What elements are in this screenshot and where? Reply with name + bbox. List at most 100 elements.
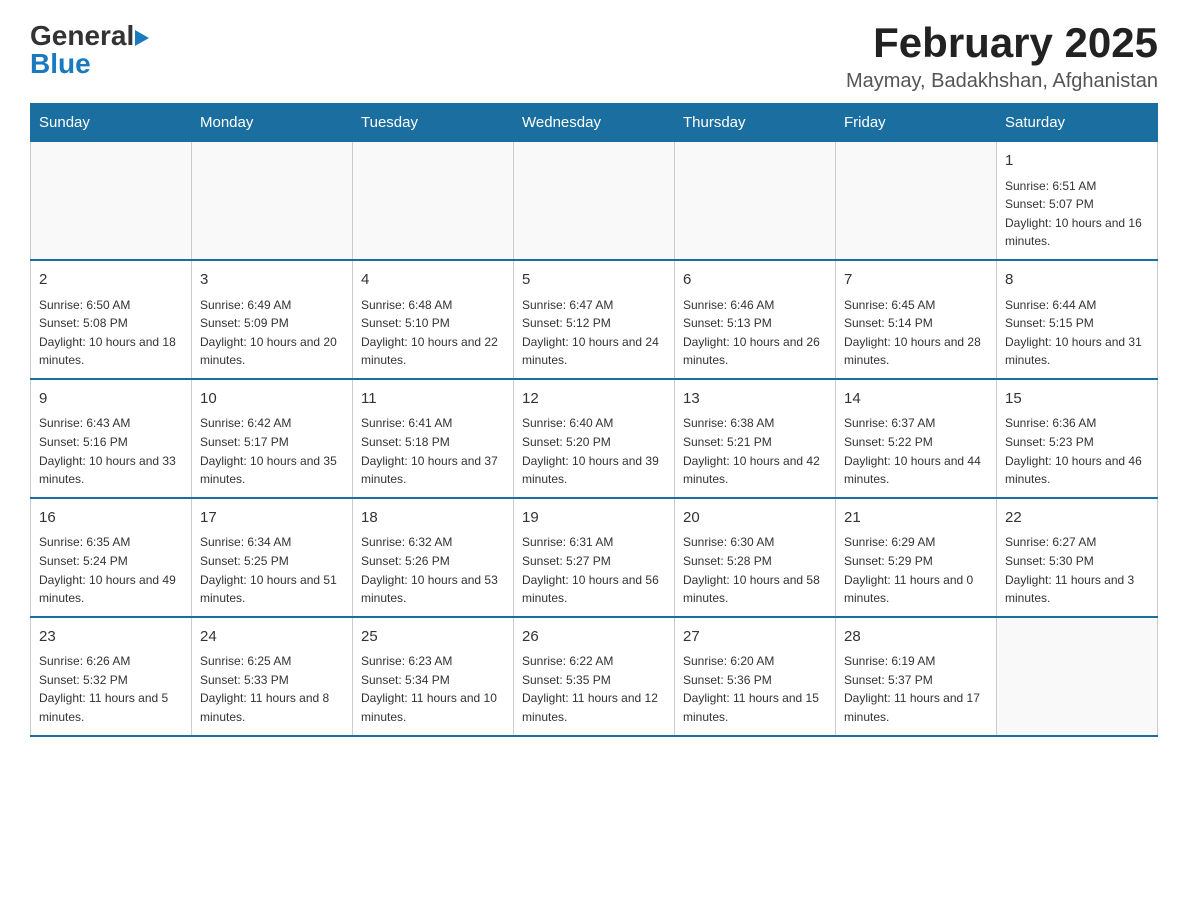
day-number: 2: [39, 269, 183, 292]
calendar-cell: [353, 142, 514, 260]
weekday-header-friday: Friday: [836, 104, 997, 142]
calendar-cell: 22 Sunrise: 6:27 AM Sunset: 5:30 PM Dayli…: [997, 498, 1158, 617]
day-info: Sunrise: 6:27 AM Sunset: 5:30 PM Dayligh…: [1005, 533, 1149, 607]
day-info: Sunrise: 6:42 AM Sunset: 5:17 PM Dayligh…: [200, 414, 344, 488]
day-info: Sunrise: 6:47 AM Sunset: 5:12 PM Dayligh…: [522, 296, 666, 370]
calendar-cell: 2 Sunrise: 6:50 AM Sunset: 5:08 PM Daylig…: [31, 260, 192, 379]
day-number: 20: [683, 507, 827, 530]
calendar-cell: [31, 142, 192, 260]
day-number: 10: [200, 388, 344, 411]
day-info: Sunrise: 6:48 AM Sunset: 5:10 PM Dayligh…: [361, 296, 505, 370]
day-info: Sunrise: 6:45 AM Sunset: 5:14 PM Dayligh…: [844, 296, 988, 370]
day-info: Sunrise: 6:44 AM Sunset: 5:15 PM Dayligh…: [1005, 296, 1149, 370]
calendar-cell: 13 Sunrise: 6:38 AM Sunset: 5:21 PM Dayli…: [675, 379, 836, 498]
day-number: 13: [683, 388, 827, 411]
calendar-week-row: 16 Sunrise: 6:35 AM Sunset: 5:24 PM Dayli…: [31, 498, 1158, 617]
day-number: 8: [1005, 269, 1149, 292]
day-number: 23: [39, 626, 183, 649]
calendar-table: SundayMondayTuesdayWednesdayThursdayFrid…: [30, 103, 1158, 736]
calendar-cell: 20 Sunrise: 6:30 AM Sunset: 5:28 PM Dayli…: [675, 498, 836, 617]
day-number: 11: [361, 388, 505, 411]
calendar-cell: 1 Sunrise: 6:51 AM Sunset: 5:07 PM Daylig…: [997, 142, 1158, 260]
calendar-week-row: 23 Sunrise: 6:26 AM Sunset: 5:32 PM Dayli…: [31, 617, 1158, 736]
calendar-cell: 23 Sunrise: 6:26 AM Sunset: 5:32 PM Dayli…: [31, 617, 192, 736]
day-info: Sunrise: 6:30 AM Sunset: 5:28 PM Dayligh…: [683, 533, 827, 607]
day-number: 28: [844, 626, 988, 649]
day-number: 4: [361, 269, 505, 292]
calendar-week-row: 1 Sunrise: 6:51 AM Sunset: 5:07 PM Daylig…: [31, 142, 1158, 260]
day-info: Sunrise: 6:32 AM Sunset: 5:26 PM Dayligh…: [361, 533, 505, 607]
day-info: Sunrise: 6:34 AM Sunset: 5:25 PM Dayligh…: [200, 533, 344, 607]
day-number: 21: [844, 507, 988, 530]
day-info: Sunrise: 6:50 AM Sunset: 5:08 PM Dayligh…: [39, 296, 183, 370]
calendar-week-row: 9 Sunrise: 6:43 AM Sunset: 5:16 PM Daylig…: [31, 379, 1158, 498]
calendar-cell: 19 Sunrise: 6:31 AM Sunset: 5:27 PM Dayli…: [514, 498, 675, 617]
day-number: 5: [522, 269, 666, 292]
day-info: Sunrise: 6:20 AM Sunset: 5:36 PM Dayligh…: [683, 652, 827, 726]
day-info: Sunrise: 6:22 AM Sunset: 5:35 PM Dayligh…: [522, 652, 666, 726]
calendar-cell: 26Sunrise: 6:22 AM Sunset: 5:35 PM Dayli…: [514, 617, 675, 736]
calendar-cell: [997, 617, 1158, 736]
day-info: Sunrise: 6:38 AM Sunset: 5:21 PM Dayligh…: [683, 414, 827, 488]
day-number: 1: [1005, 150, 1149, 173]
day-number: 9: [39, 388, 183, 411]
day-number: 15: [1005, 388, 1149, 411]
weekday-header-monday: Monday: [192, 104, 353, 142]
calendar-cell: 21 Sunrise: 6:29 AM Sunset: 5:29 PM Dayli…: [836, 498, 997, 617]
calendar-week-row: 2 Sunrise: 6:50 AM Sunset: 5:08 PM Daylig…: [31, 260, 1158, 379]
calendar-cell: 6 Sunrise: 6:46 AM Sunset: 5:13 PM Daylig…: [675, 260, 836, 379]
day-info: Sunrise: 6:40 AM Sunset: 5:20 PM Dayligh…: [522, 414, 666, 488]
calendar-cell: [192, 142, 353, 260]
day-number: 14: [844, 388, 988, 411]
day-number: 16: [39, 507, 183, 530]
day-number: 7: [844, 269, 988, 292]
calendar-cell: 5 Sunrise: 6:47 AM Sunset: 5:12 PM Daylig…: [514, 260, 675, 379]
day-info: Sunrise: 6:36 AM Sunset: 5:23 PM Dayligh…: [1005, 414, 1149, 488]
day-number: 17: [200, 507, 344, 530]
day-number: 12: [522, 388, 666, 411]
day-info: Sunrise: 6:29 AM Sunset: 5:29 PM Dayligh…: [844, 533, 988, 607]
calendar-cell: [836, 142, 997, 260]
day-number: 24: [200, 626, 344, 649]
calendar-title: February 2025: [846, 20, 1158, 66]
page-header: General Blue February 2025 Maymay, Badak…: [30, 20, 1158, 93]
day-number: 19: [522, 507, 666, 530]
day-number: 18: [361, 507, 505, 530]
calendar-cell: 18 Sunrise: 6:32 AM Sunset: 5:26 PM Dayli…: [353, 498, 514, 617]
calendar-cell: [514, 142, 675, 260]
day-info: Sunrise: 6:35 AM Sunset: 5:24 PM Dayligh…: [39, 533, 183, 607]
calendar-cell: 25Sunrise: 6:23 AM Sunset: 5:34 PM Dayli…: [353, 617, 514, 736]
day-info: Sunrise: 6:51 AM Sunset: 5:07 PM Dayligh…: [1005, 177, 1149, 251]
calendar-cell: 28 Sunrise: 6:19 AM Sunset: 5:37 PM Dayli…: [836, 617, 997, 736]
day-info: Sunrise: 6:43 AM Sunset: 5:16 PM Dayligh…: [39, 414, 183, 488]
calendar-cell: 10 Sunrise: 6:42 AM Sunset: 5:17 PM Dayli…: [192, 379, 353, 498]
day-info: Sunrise: 6:26 AM Sunset: 5:32 PM Dayligh…: [39, 652, 183, 726]
day-info: Sunrise: 6:46 AM Sunset: 5:13 PM Dayligh…: [683, 296, 827, 370]
day-number: 25: [361, 626, 505, 649]
calendar-cell: 11Sunrise: 6:41 AM Sunset: 5:18 PM Dayli…: [353, 379, 514, 498]
day-info: Sunrise: 6:31 AM Sunset: 5:27 PM Dayligh…: [522, 533, 666, 607]
day-info: Sunrise: 6:25 AM Sunset: 5:33 PM Dayligh…: [200, 652, 344, 726]
calendar-cell: 24 Sunrise: 6:25 AM Sunset: 5:33 PM Dayli…: [192, 617, 353, 736]
title-block: February 2025 Maymay, Badakhshan, Afghan…: [846, 20, 1158, 93]
day-number: 6: [683, 269, 827, 292]
weekday-header-sunday: Sunday: [31, 104, 192, 142]
calendar-cell: 27Sunrise: 6:20 AM Sunset: 5:36 PM Dayli…: [675, 617, 836, 736]
calendar-cell: 9 Sunrise: 6:43 AM Sunset: 5:16 PM Daylig…: [31, 379, 192, 498]
day-info: Sunrise: 6:49 AM Sunset: 5:09 PM Dayligh…: [200, 296, 344, 370]
weekday-header-tuesday: Tuesday: [353, 104, 514, 142]
weekday-header-row: SundayMondayTuesdayWednesdayThursdayFrid…: [31, 104, 1158, 142]
calendar-cell: 7 Sunrise: 6:45 AM Sunset: 5:14 PM Daylig…: [836, 260, 997, 379]
day-info: Sunrise: 6:19 AM Sunset: 5:37 PM Dayligh…: [844, 652, 988, 726]
calendar-cell: [675, 142, 836, 260]
calendar-cell: 12 Sunrise: 6:40 AM Sunset: 5:20 PM Dayli…: [514, 379, 675, 498]
logo-arrow-icon: [135, 30, 149, 46]
day-number: 22: [1005, 507, 1149, 530]
calendar-cell: 16 Sunrise: 6:35 AM Sunset: 5:24 PM Dayli…: [31, 498, 192, 617]
calendar-cell: 17 Sunrise: 6:34 AM Sunset: 5:25 PM Dayli…: [192, 498, 353, 617]
calendar-cell: 4 Sunrise: 6:48 AM Sunset: 5:10 PM Daylig…: [353, 260, 514, 379]
logo-blue-text: Blue: [30, 48, 91, 79]
calendar-subtitle: Maymay, Badakhshan, Afghanistan: [846, 70, 1158, 93]
weekday-header-thursday: Thursday: [675, 104, 836, 142]
weekday-header-saturday: Saturday: [997, 104, 1158, 142]
